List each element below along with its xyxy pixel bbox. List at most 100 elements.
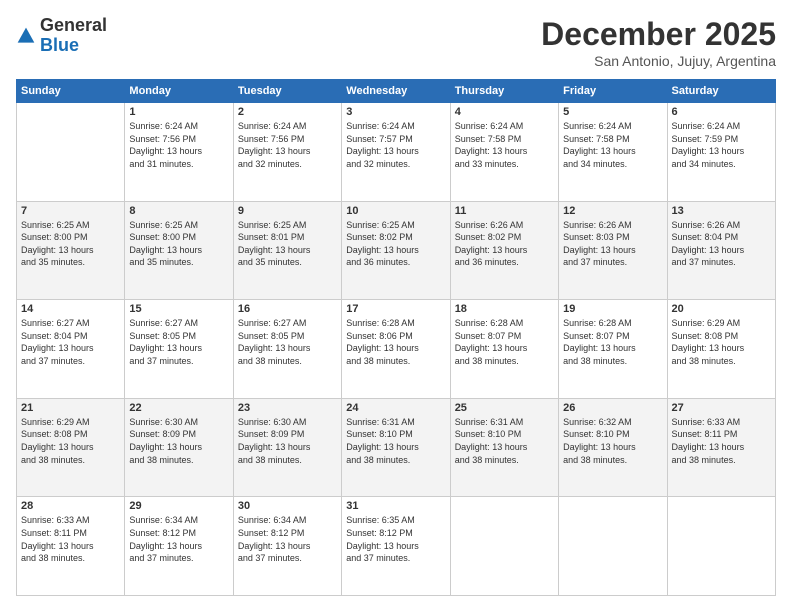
calendar-cell: 31 Sunrise: 6:35 AMSunset: 8:12 PMDayligh… bbox=[342, 497, 450, 596]
calendar-cell: 5 Sunrise: 6:24 AMSunset: 7:58 PMDaylight… bbox=[559, 103, 667, 202]
calendar-cell bbox=[450, 497, 558, 596]
week-row-1: 1 Sunrise: 6:24 AMSunset: 7:56 PMDaylight… bbox=[17, 103, 776, 202]
calendar-cell: 10 Sunrise: 6:25 AMSunset: 8:02 PMDayligh… bbox=[342, 201, 450, 300]
calendar-cell: 18 Sunrise: 6:28 AMSunset: 8:07 PMDayligh… bbox=[450, 300, 558, 399]
calendar-cell: 9 Sunrise: 6:25 AMSunset: 8:01 PMDaylight… bbox=[233, 201, 341, 300]
calendar-cell: 2Sunrise: 6:24 AMSunset: 7:56 PMDaylight… bbox=[233, 103, 341, 202]
calendar-cell: 29Sunrise: 6:34 AMSunset: 8:12 PMDayligh… bbox=[125, 497, 233, 596]
calendar-cell: 24 Sunrise: 6:31 AMSunset: 8:10 PMDayligh… bbox=[342, 398, 450, 497]
day-number: 4 bbox=[455, 106, 554, 118]
logo-text: General Blue bbox=[40, 16, 107, 56]
day-info: Sunrise: 6:27 AMSunset: 8:05 PMDaylight:… bbox=[129, 317, 228, 367]
day-info: Sunrise: 6:30 AMSunset: 8:09 PMDaylight:… bbox=[238, 416, 337, 466]
day-number: 1 bbox=[129, 106, 228, 118]
day-info: Sunrise: 6:25 AMSunset: 8:00 PMDaylight:… bbox=[21, 219, 120, 269]
day-info: Sunrise: 6:35 AMSunset: 8:12 PMDaylight:… bbox=[346, 514, 445, 564]
calendar-cell: 17Sunrise: 6:28 AMSunset: 8:06 PMDayligh… bbox=[342, 300, 450, 399]
day-number: 26 bbox=[563, 402, 662, 414]
day-number: 17 bbox=[346, 303, 445, 315]
day-number: 30 bbox=[238, 500, 337, 512]
weekday-header-sunday: Sunday bbox=[17, 80, 125, 103]
calendar-cell bbox=[559, 497, 667, 596]
logo-blue: Blue bbox=[40, 36, 107, 56]
location: San Antonio, Jujuy, Argentina bbox=[541, 53, 776, 69]
day-info: Sunrise: 6:28 AMSunset: 8:07 PMDaylight:… bbox=[455, 317, 554, 367]
weekday-header-row: SundayMondayTuesdayWednesdayThursdayFrid… bbox=[17, 80, 776, 103]
day-info: Sunrise: 6:25 AMSunset: 8:02 PMDaylight:… bbox=[346, 219, 445, 269]
calendar-cell: 23 Sunrise: 6:30 AMSunset: 8:09 PMDayligh… bbox=[233, 398, 341, 497]
week-row-2: 7 Sunrise: 6:25 AMSunset: 8:00 PMDaylight… bbox=[17, 201, 776, 300]
day-number: 31 bbox=[346, 500, 445, 512]
calendar-cell: 15 Sunrise: 6:27 AMSunset: 8:05 PMDayligh… bbox=[125, 300, 233, 399]
day-info: Sunrise: 6:29 AMSunset: 8:08 PMDaylight:… bbox=[21, 416, 120, 466]
calendar-cell: 1 Sunrise: 6:24 AMSunset: 7:56 PMDaylight… bbox=[125, 103, 233, 202]
calendar-body: 1 Sunrise: 6:24 AMSunset: 7:56 PMDaylight… bbox=[17, 103, 776, 596]
day-info: Sunrise: 6:29 AMSunset: 8:08 PMDaylight:… bbox=[672, 317, 771, 367]
calendar-cell: 12 Sunrise: 6:26 AMSunset: 8:03 PMDayligh… bbox=[559, 201, 667, 300]
day-number: 3 bbox=[346, 106, 445, 118]
day-info: Sunrise: 6:25 AMSunset: 8:01 PMDaylight:… bbox=[238, 219, 337, 269]
calendar-cell: 7 Sunrise: 6:25 AMSunset: 8:00 PMDaylight… bbox=[17, 201, 125, 300]
calendar-cell: 4 Sunrise: 6:24 AMSunset: 7:58 PMDaylight… bbox=[450, 103, 558, 202]
calendar-cell: 26 Sunrise: 6:32 AMSunset: 8:10 PMDayligh… bbox=[559, 398, 667, 497]
week-row-4: 21 Sunrise: 6:29 AMSunset: 8:08 PMDayligh… bbox=[17, 398, 776, 497]
calendar-cell: 8 Sunrise: 6:25 AMSunset: 8:00 PMDaylight… bbox=[125, 201, 233, 300]
month-title: December 2025 bbox=[541, 16, 776, 53]
day-number: 11 bbox=[455, 205, 554, 217]
day-info: Sunrise: 6:25 AMSunset: 8:00 PMDaylight:… bbox=[129, 219, 228, 269]
calendar-cell: 16 Sunrise: 6:27 AMSunset: 8:05 PMDayligh… bbox=[233, 300, 341, 399]
calendar-cell: 11Sunrise: 6:26 AMSunset: 8:02 PMDayligh… bbox=[450, 201, 558, 300]
day-info: Sunrise: 6:32 AMSunset: 8:10 PMDaylight:… bbox=[563, 416, 662, 466]
day-number: 15 bbox=[129, 303, 228, 315]
week-row-5: 28 Sunrise: 6:33 AMSunset: 8:11 PMDayligh… bbox=[17, 497, 776, 596]
day-number: 20 bbox=[672, 303, 771, 315]
calendar-cell: 25 Sunrise: 6:31 AMSunset: 8:10 PMDayligh… bbox=[450, 398, 558, 497]
day-info: Sunrise: 6:30 AMSunset: 8:09 PMDaylight:… bbox=[129, 416, 228, 466]
calendar-cell: 19Sunrise: 6:28 AMSunset: 8:07 PMDayligh… bbox=[559, 300, 667, 399]
week-row-3: 14 Sunrise: 6:27 AMSunset: 8:04 PMDayligh… bbox=[17, 300, 776, 399]
day-number: 14 bbox=[21, 303, 120, 315]
calendar-cell: 6Sunrise: 6:24 AMSunset: 7:59 PMDaylight… bbox=[667, 103, 775, 202]
day-number: 21 bbox=[21, 402, 120, 414]
day-number: 7 bbox=[21, 205, 120, 217]
day-number: 23 bbox=[238, 402, 337, 414]
day-info: Sunrise: 6:24 AMSunset: 7:58 PMDaylight:… bbox=[563, 120, 662, 170]
day-info: Sunrise: 6:24 AMSunset: 7:56 PMDaylight:… bbox=[238, 120, 337, 170]
day-number: 16 bbox=[238, 303, 337, 315]
day-number: 13 bbox=[672, 205, 771, 217]
day-number: 5 bbox=[563, 106, 662, 118]
day-number: 18 bbox=[455, 303, 554, 315]
weekday-header-monday: Monday bbox=[125, 80, 233, 103]
day-number: 25 bbox=[455, 402, 554, 414]
weekday-header-saturday: Saturday bbox=[667, 80, 775, 103]
calendar-cell: 21 Sunrise: 6:29 AMSunset: 8:08 PMDayligh… bbox=[17, 398, 125, 497]
day-info: Sunrise: 6:27 AMSunset: 8:05 PMDaylight:… bbox=[238, 317, 337, 367]
title-block: December 2025 San Antonio, Jujuy, Argent… bbox=[541, 16, 776, 69]
day-info: Sunrise: 6:31 AMSunset: 8:10 PMDaylight:… bbox=[455, 416, 554, 466]
day-info: Sunrise: 6:33 AMSunset: 8:11 PMDaylight:… bbox=[21, 514, 120, 564]
day-number: 27 bbox=[672, 402, 771, 414]
day-number: 19 bbox=[563, 303, 662, 315]
day-number: 28 bbox=[21, 500, 120, 512]
calendar-cell: 20 Sunrise: 6:29 AMSunset: 8:08 PMDayligh… bbox=[667, 300, 775, 399]
day-number: 6 bbox=[672, 106, 771, 118]
day-info: Sunrise: 6:24 AMSunset: 7:56 PMDaylight:… bbox=[129, 120, 228, 170]
calendar-cell: 30Sunrise: 6:34 AMSunset: 8:12 PMDayligh… bbox=[233, 497, 341, 596]
day-number: 12 bbox=[563, 205, 662, 217]
day-number: 8 bbox=[129, 205, 228, 217]
calendar-cell: 3Sunrise: 6:24 AMSunset: 7:57 PMDaylight… bbox=[342, 103, 450, 202]
day-number: 24 bbox=[346, 402, 445, 414]
day-info: Sunrise: 6:31 AMSunset: 8:10 PMDaylight:… bbox=[346, 416, 445, 466]
day-info: Sunrise: 6:33 AMSunset: 8:11 PMDaylight:… bbox=[672, 416, 771, 466]
weekday-header-tuesday: Tuesday bbox=[233, 80, 341, 103]
day-number: 10 bbox=[346, 205, 445, 217]
day-info: Sunrise: 6:27 AMSunset: 8:04 PMDaylight:… bbox=[21, 317, 120, 367]
day-info: Sunrise: 6:26 AMSunset: 8:03 PMDaylight:… bbox=[563, 219, 662, 269]
calendar-cell: 27 Sunrise: 6:33 AMSunset: 8:11 PMDayligh… bbox=[667, 398, 775, 497]
calendar-cell: 22Sunrise: 6:30 AMSunset: 8:09 PMDayligh… bbox=[125, 398, 233, 497]
calendar-cell: 13 Sunrise: 6:26 AMSunset: 8:04 PMDayligh… bbox=[667, 201, 775, 300]
weekday-header-friday: Friday bbox=[559, 80, 667, 103]
day-info: Sunrise: 6:24 AMSunset: 7:58 PMDaylight:… bbox=[455, 120, 554, 170]
day-number: 9 bbox=[238, 205, 337, 217]
day-info: Sunrise: 6:26 AMSunset: 8:04 PMDaylight:… bbox=[672, 219, 771, 269]
